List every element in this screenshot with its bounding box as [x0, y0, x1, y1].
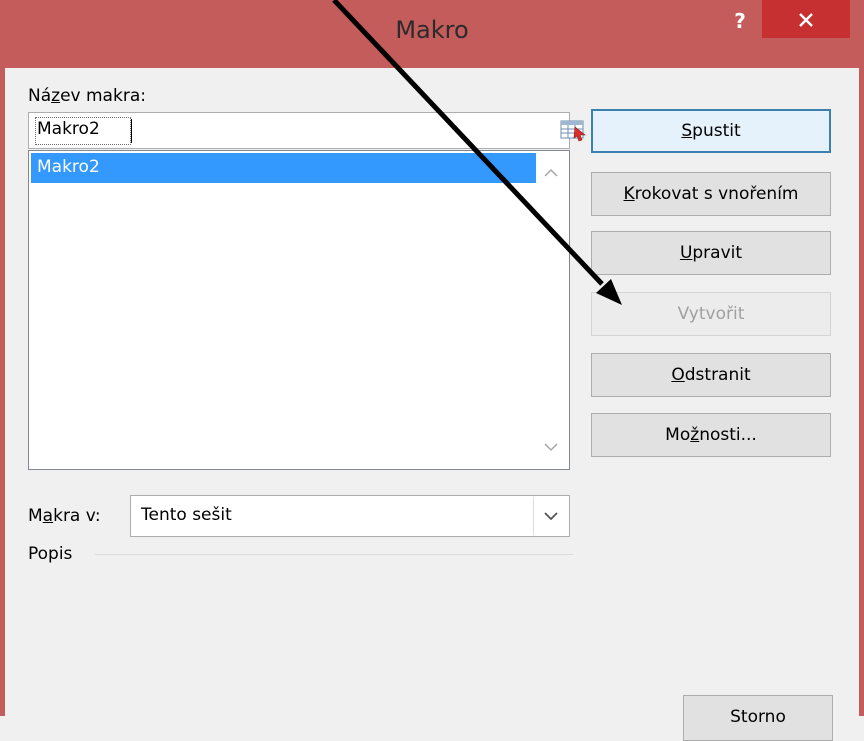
- list-item[interactable]: Makro2: [31, 153, 537, 183]
- cancel-button[interactable]: Storno: [683, 695, 833, 741]
- list-item-label: Makro2: [37, 157, 100, 177]
- step-into-button[interactable]: Krokovat s vnořením: [591, 172, 831, 216]
- title-bar[interactable]: Makro ?: [0, 0, 864, 68]
- macro-name-label: Název makra:: [28, 86, 146, 106]
- macro-list[interactable]: Makro2: [28, 150, 570, 470]
- close-icon: [799, 13, 813, 27]
- reference-picker-button[interactable]: [558, 117, 594, 145]
- delete-button[interactable]: Odstranit: [591, 353, 831, 397]
- list-scrollbar[interactable]: [536, 152, 568, 468]
- macros-in-label: Makra v:: [28, 506, 101, 526]
- close-button[interactable]: [762, 0, 850, 38]
- create-button[interactable]: Vytvořit: [591, 292, 831, 336]
- macro-name-value: Makro2: [37, 119, 100, 139]
- chevron-up-icon[interactable]: [543, 168, 559, 178]
- edit-button[interactable]: Upravit: [591, 231, 831, 275]
- macros-in-select[interactable]: Tento sešit: [130, 495, 570, 537]
- run-button[interactable]: Spustit: [591, 109, 831, 153]
- window-frame-right: [859, 0, 864, 716]
- macro-name-input[interactable]: Makro2: [28, 112, 586, 149]
- dropdown-button[interactable]: [533, 497, 568, 535]
- chevron-down-icon[interactable]: [543, 442, 559, 452]
- description-divider: [95, 554, 573, 555]
- range-select-icon: [560, 120, 586, 142]
- chevron-down-icon: [544, 512, 558, 521]
- window-frame-left: [0, 0, 5, 716]
- description-label: Popis: [28, 544, 73, 564]
- text-caret: [131, 119, 132, 143]
- macros-in-value: Tento sešit: [141, 505, 232, 525]
- options-button[interactable]: Možnosti...: [591, 413, 831, 457]
- help-button[interactable]: ?: [725, 6, 755, 36]
